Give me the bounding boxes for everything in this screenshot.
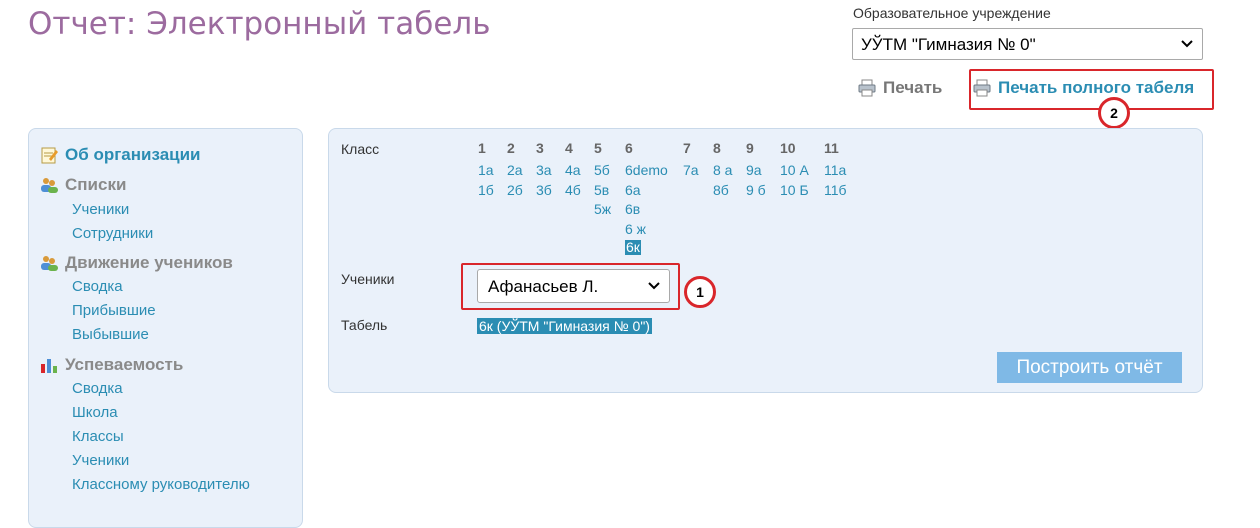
org-label: Образовательное учреждение xyxy=(853,5,1051,21)
grade-number: 7 xyxy=(683,140,691,156)
grade-column-10: 10 10 А 10 Б xyxy=(780,141,809,200)
marker-1: 1 xyxy=(684,276,716,308)
grade-number: 2 xyxy=(507,140,515,156)
bar-chart-icon xyxy=(41,359,57,373)
grade-column-6: 6 6demo 6а 6в 6 ж 6к xyxy=(625,141,668,257)
class-link[interactable]: 9а xyxy=(746,161,766,181)
sidebar-performance-label: Успеваемость xyxy=(65,355,184,374)
class-link[interactable]: 5б xyxy=(594,161,611,181)
tabel-value[interactable]: 6к (УЎТМ "Гимназия № 0") xyxy=(477,318,652,334)
report-form-panel: Класс 1 1а 1б 2 2а 2б 3 3а 3б 4 4а 4б 5 … xyxy=(328,128,1203,393)
grade-column-2: 2 2а 2б xyxy=(507,141,523,200)
users-icon xyxy=(41,178,58,193)
class-link[interactable]: 6 ж xyxy=(625,220,668,240)
class-link[interactable]: 7а xyxy=(683,161,699,181)
notepad-icon xyxy=(41,147,58,164)
grade-number: 11 xyxy=(824,140,839,156)
class-link[interactable]: 3б xyxy=(536,181,552,201)
highlight-print-full xyxy=(969,69,1214,110)
print-label: Печать xyxy=(883,78,943,97)
grade-number: 1 xyxy=(478,140,486,156)
class-label: Класс xyxy=(341,141,380,157)
class-link[interactable]: 11б xyxy=(824,181,847,201)
sidebar-org-info-label: Об организации xyxy=(65,145,201,164)
class-link[interactable]: 6demo xyxy=(625,161,668,181)
class-link[interactable]: 4а xyxy=(565,161,581,181)
class-link-selected[interactable]: 6к xyxy=(625,240,641,255)
grade-column-4: 4 4а 4б xyxy=(565,141,581,200)
grade-number: 8 xyxy=(713,140,721,156)
sidebar-item-arrived[interactable]: Прибывшие xyxy=(72,302,156,319)
class-link[interactable]: 6а xyxy=(625,181,668,201)
grade-column-3: 3 3а 3б xyxy=(536,141,552,200)
class-link[interactable]: 1а xyxy=(478,161,494,181)
grade-number: 5 xyxy=(594,140,602,156)
grade-column-11: 11 11а 11б xyxy=(824,141,847,200)
print-link[interactable]: Печать xyxy=(857,78,942,98)
org-select-value: УЎТМ "Гимназия № 0" xyxy=(861,35,1036,54)
org-select[interactable]: УЎТМ "Гимназия № 0" xyxy=(852,28,1203,60)
class-link[interactable]: 4б xyxy=(565,181,581,201)
class-link[interactable]: 5ж xyxy=(594,200,611,220)
sidebar: Об организации Списки Ученики Сотрудники… xyxy=(28,128,303,528)
class-link[interactable]: 10 А xyxy=(780,161,809,181)
sidebar-lists-label: Списки xyxy=(65,175,127,194)
sidebar-item-classes[interactable]: Классы xyxy=(72,428,124,445)
grade-column-8: 8 8 а 8б xyxy=(713,141,732,200)
grade-column-5: 5 5б 5в 5ж xyxy=(594,141,611,220)
grade-number: 3 xyxy=(536,140,544,156)
class-link[interactable]: 5в xyxy=(594,181,611,201)
class-link[interactable]: 9 б xyxy=(746,181,766,201)
sidebar-section-movement[interactable]: Движение учеников xyxy=(39,253,233,273)
grade-column-1: 1 1а 1б xyxy=(478,141,494,200)
highlight-student-select xyxy=(461,263,680,310)
build-report-button[interactable]: Построить отчёт xyxy=(997,352,1182,383)
class-link[interactable]: 2б xyxy=(507,181,523,201)
class-link[interactable]: 3а xyxy=(536,161,552,181)
sidebar-item-students[interactable]: Ученики xyxy=(72,201,129,218)
users-icon xyxy=(41,256,58,271)
sidebar-item-staff[interactable]: Сотрудники xyxy=(72,225,153,242)
grade-number: 10 xyxy=(780,140,796,156)
grade-number: 9 xyxy=(746,140,754,156)
sidebar-item-perf-summary[interactable]: Сводка xyxy=(72,380,123,397)
sidebar-item-movement-summary[interactable]: Сводка xyxy=(72,278,123,295)
grade-column-9: 9 9а 9 б xyxy=(746,141,766,200)
sidebar-movement-label: Движение учеников xyxy=(65,253,233,272)
grade-number: 4 xyxy=(565,140,573,156)
grade-column-7: 7 7а xyxy=(683,141,699,181)
printer-icon xyxy=(858,79,876,97)
class-link[interactable]: 11а xyxy=(824,161,847,181)
sidebar-item-perf-students[interactable]: Ученики xyxy=(72,452,129,469)
class-link[interactable]: 8б xyxy=(713,181,732,201)
class-link[interactable]: 1б xyxy=(478,181,494,201)
chevron-down-icon xyxy=(1181,40,1193,48)
sidebar-item-class-teacher[interactable]: Классному руководителю xyxy=(72,476,250,493)
grade-number: 6 xyxy=(625,140,633,156)
marker-2: 2 xyxy=(1098,97,1130,129)
class-link[interactable]: 6в xyxy=(625,200,668,220)
sidebar-item-departed[interactable]: Выбывшие xyxy=(72,326,149,343)
sidebar-section-performance[interactable]: Успеваемость xyxy=(39,355,183,375)
sidebar-item-org-info[interactable]: Об организации xyxy=(39,145,201,165)
class-link[interactable]: 2а xyxy=(507,161,523,181)
page-title: Отчет: Электронный табель xyxy=(28,6,491,42)
tabel-label: Табель xyxy=(341,317,388,333)
class-link[interactable]: 10 Б xyxy=(780,181,809,201)
sidebar-item-school[interactable]: Школа xyxy=(72,404,118,421)
sidebar-section-lists[interactable]: Списки xyxy=(39,175,126,195)
class-link[interactable]: 8 а xyxy=(713,161,732,181)
students-label: Ученики xyxy=(341,271,395,287)
